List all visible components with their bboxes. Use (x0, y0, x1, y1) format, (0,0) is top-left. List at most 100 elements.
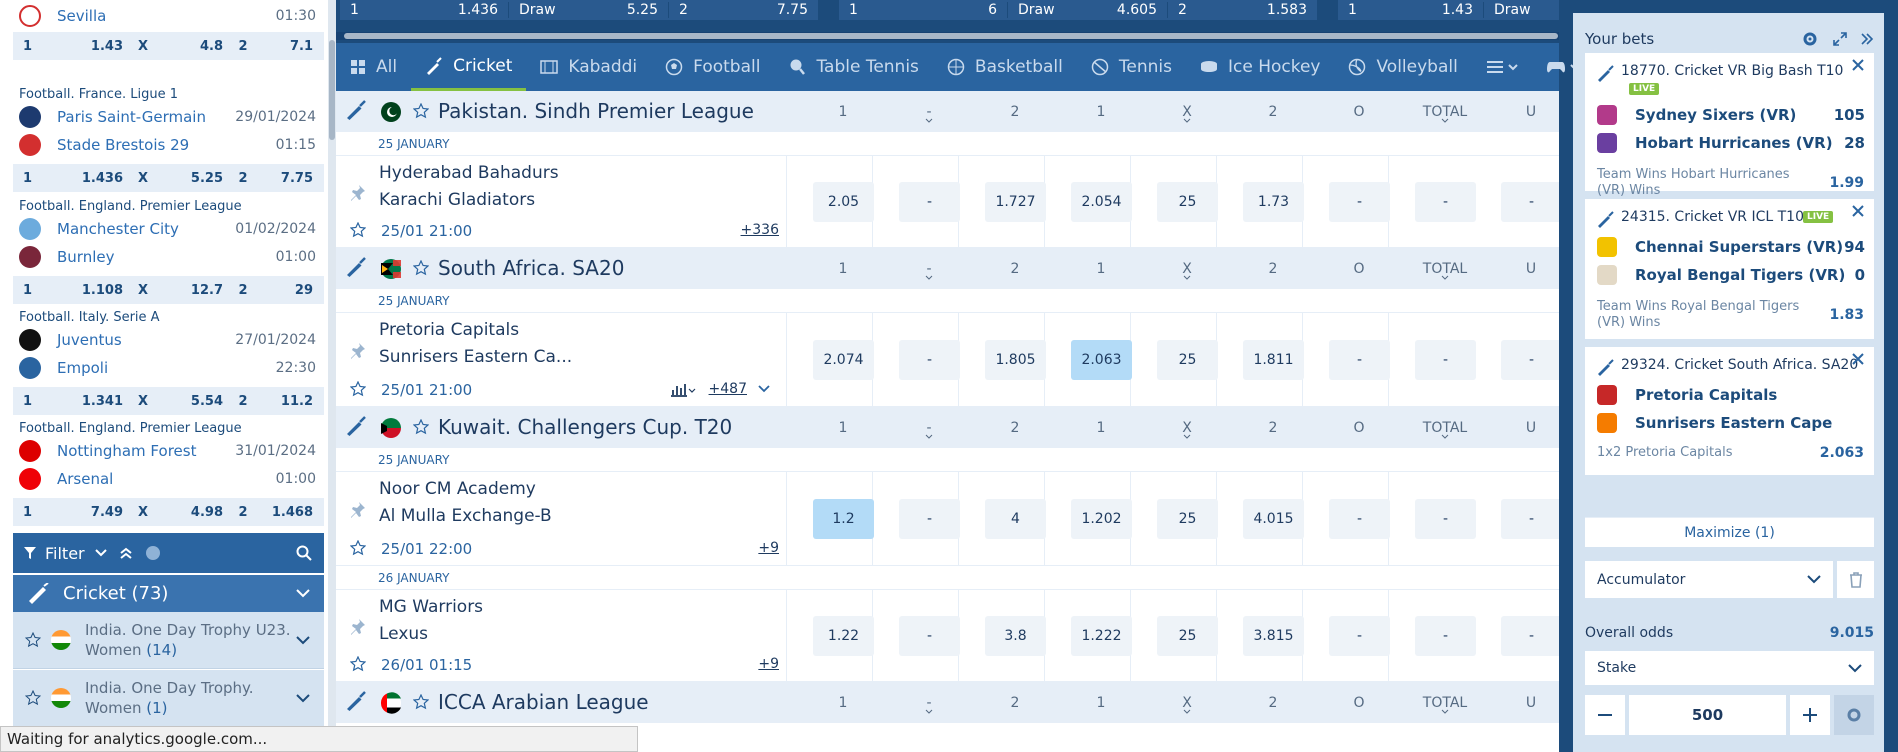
pin-icon[interactable] (348, 184, 366, 202)
close-icon[interactable] (1852, 205, 1864, 217)
odds-button[interactable]: 2.054 (1071, 182, 1132, 222)
bet-card[interactable]: 24315. Cricket VR ICL T10 LIVE Chennai Sup… (1585, 199, 1874, 339)
odds-button[interactable]: 25 (1157, 182, 1218, 222)
odds-button[interactable]: - (899, 499, 960, 539)
left-scrollbar[interactable] (328, 0, 336, 752)
tab-basketball[interactable]: Basketball (933, 43, 1077, 91)
star-icon[interactable] (25, 690, 41, 706)
event-teams[interactable]: Pretoria Capitals Sunrisers Eastern Ca... (379, 317, 572, 371)
odds-button[interactable]: 1.73 (1243, 182, 1304, 222)
tab-volleyball[interactable]: Volleyball (1334, 43, 1471, 91)
chevron-down-icon[interactable] (296, 693, 310, 703)
tab-table-tennis[interactable]: Table Tennis (774, 43, 932, 91)
odds-button[interactable]: - (1415, 499, 1476, 539)
odds-button[interactable]: 1.805 (985, 340, 1046, 380)
star-icon[interactable] (413, 419, 429, 435)
odds-button[interactable]: 1.22 (813, 616, 874, 656)
stats-icon[interactable] (670, 383, 696, 397)
more-markets-link[interactable]: +487 (709, 381, 747, 397)
odd-value[interactable]: 1.341 (53, 394, 123, 409)
odd-value[interactable]: 7.75 (263, 171, 313, 186)
tab-all[interactable]: All (336, 43, 411, 91)
odd-value[interactable]: 29 (263, 283, 313, 298)
more-sports-menu[interactable] (1472, 43, 1532, 91)
team-name[interactable]: Nottingham Forest (57, 442, 235, 460)
odds-button[interactable]: 4 (985, 499, 1046, 539)
odds-button[interactable]: - (899, 340, 960, 380)
odds-button[interactable]: 3.8 (985, 616, 1046, 656)
team-name[interactable]: Stade Brestois 29 (57, 136, 276, 154)
odd-value[interactable]: 11.2 (263, 394, 313, 409)
more-markets-link[interactable]: +9 (758, 656, 779, 672)
team-name[interactable]: Manchester City (57, 220, 235, 238)
event-teams[interactable]: Noor CM Academy Al Mulla Exchange-B (379, 476, 552, 530)
close-icon[interactable] (1852, 59, 1864, 71)
collapse-panel-icon[interactable] (1860, 32, 1874, 46)
maximize-button[interactable]: Maximize (1) (1585, 517, 1874, 547)
top-odds-box[interactable]: 1 1.436 Draw 5.25 2 7.75 (340, 0, 818, 20)
odds-row[interactable]: 1 1.436 X 5.25 2 7.75 (13, 164, 324, 192)
trash-icon[interactable] (1837, 561, 1874, 598)
odds-button[interactable]: - (1501, 499, 1559, 539)
stake-settings-icon[interactable] (1834, 695, 1874, 735)
match-card[interactable]: Sevilla 01:30 1 1.43 X 4.8 2 7.1 (13, 0, 324, 60)
odds-button[interactable]: 2.05 (813, 182, 874, 222)
chevron-down-icon[interactable] (94, 549, 107, 557)
star-icon[interactable] (413, 260, 429, 276)
chevron-down-icon[interactable] (296, 635, 310, 645)
scrollbar-thumb[interactable] (344, 33, 1558, 39)
odds-button[interactable]: - (1501, 340, 1559, 380)
filter-icon[interactable] (23, 546, 37, 560)
event-teams[interactable]: Hyderabad Bahadurs Karachi Gladiators (379, 160, 559, 214)
team-name[interactable]: Empoli (57, 359, 276, 377)
chevron-down-icon[interactable] (758, 385, 770, 393)
odds-button[interactable]: 1.811 (1243, 340, 1304, 380)
expand-icon[interactable] (1832, 31, 1848, 47)
globe-icon[interactable] (145, 545, 161, 561)
tab-ice-hockey[interactable]: Ice Hockey (1186, 43, 1335, 91)
odds-button[interactable]: - (1501, 616, 1559, 656)
tab-football[interactable]: Football (651, 43, 774, 91)
bet-type-select[interactable]: Accumulator (1585, 561, 1833, 598)
star-icon[interactable] (350, 222, 366, 238)
close-icon[interactable] (1852, 353, 1864, 365)
pin-icon[interactable] (348, 342, 366, 360)
event-row[interactable]: Hyderabad Bahadurs Karachi Gladiators 25/0… (336, 156, 1559, 248)
star-icon[interactable] (350, 381, 366, 397)
odd-value[interactable]: 5.25 (163, 171, 223, 186)
odds-row[interactable]: 1 1.341 X 5.54 2 11.2 (13, 387, 324, 415)
odd-value[interactable]: 7.49 (53, 505, 123, 520)
match-card[interactable]: Football. England. Premier League Notting… (13, 418, 324, 526)
odds-button[interactable]: 3.815 (1243, 616, 1304, 656)
stake-input[interactable]: 500 (1629, 695, 1786, 735)
minus-button[interactable] (1585, 695, 1625, 735)
event-row[interactable]: Noor CM Academy Al Mulla Exchange-B 25/01 … (336, 472, 1559, 566)
odds-button[interactable]: - (1415, 340, 1476, 380)
league-header[interactable]: Pakistan. Sindh Premier League 1 - 2 1 X 2 O TOT… (336, 91, 1559, 132)
odds-button[interactable]: 2.063 (1071, 340, 1132, 380)
odds-row[interactable]: 1 7.49 X 4.98 2 1.468 (13, 498, 324, 526)
odds-button[interactable]: - (899, 182, 960, 222)
event-row[interactable]: MG Warriors Lexus 26/01 01:15 +9 1.22-3.8 1.2… (336, 590, 1559, 682)
star-icon[interactable] (25, 632, 41, 648)
tab-kabaddi[interactable]: Kabaddi (526, 43, 651, 91)
odds-button[interactable]: - (899, 616, 960, 656)
league-header[interactable]: ICCA Arabian League 1 - 2 1 X 2 O TOTAL U (336, 682, 1559, 723)
top-odds-box[interactable]: 1 1.43 Draw (1338, 0, 1559, 20)
odds-row[interactable]: 1 1.43 X 4.8 2 7.1 (13, 32, 324, 60)
league-header[interactable]: Kuwait. Challengers Cup. T20 1 - 2 1 X 2 O TOTAL… (336, 407, 1559, 448)
odds-button[interactable]: 25 (1157, 499, 1218, 539)
more-markets-link[interactable]: +9 (758, 540, 779, 556)
odds-button[interactable]: - (1329, 616, 1390, 656)
odds-button[interactable]: - (1329, 340, 1390, 380)
chevron-down-icon[interactable] (296, 589, 310, 598)
odds-button[interactable]: 1.222 (1071, 616, 1132, 656)
odds-button[interactable]: 2.074 (813, 340, 874, 380)
tab-cricket[interactable]: Cricket (411, 43, 527, 91)
odd-value[interactable]: 1.468 (263, 505, 313, 520)
collapse-all-icon[interactable] (119, 547, 133, 559)
match-card[interactable]: Football. France. Ligue 1 Paris Saint-Ger… (13, 84, 324, 192)
star-icon[interactable] (413, 694, 429, 710)
event-teams[interactable]: MG Warriors Lexus (379, 594, 483, 648)
league-header[interactable]: South Africa. SA20 1 - 2 1 X 2 O TOTAL U (336, 248, 1559, 289)
